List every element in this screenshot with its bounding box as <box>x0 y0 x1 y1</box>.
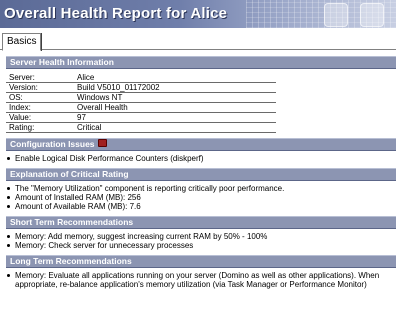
bullet-icon <box>7 205 10 208</box>
server-info-table: Server: Alice Version: Build V5010_0117200… <box>6 73 276 133</box>
list-item-text: Memory: Check server for unnecessary pro… <box>15 241 194 250</box>
list-item: Amount of Available RAM (MB): 7.6 <box>6 202 396 211</box>
row-key: Index: <box>6 102 73 113</box>
table-row: Index: Overall Health <box>6 102 276 113</box>
list-item-text: Memory: Evaluate all applications runnin… <box>15 271 380 289</box>
row-value: Critical <box>73 122 276 133</box>
section-header-config-issues: Configuration Issues <box>6 138 396 151</box>
bullet-icon <box>7 235 10 238</box>
list-item-text: Enable Logical Disk Performance Counters… <box>15 154 204 163</box>
bullet-icon <box>7 274 10 277</box>
list-item-text: Amount of Available RAM (MB): 7.6 <box>15 202 141 211</box>
section-header-short-term: Short Term Recommendations <box>6 216 396 229</box>
row-key: OS: <box>6 92 73 103</box>
row-key: Server: <box>6 73 73 83</box>
list-item: Amount of Installed RAM (MB): 256 <box>6 193 396 202</box>
banner-decoration <box>360 3 384 27</box>
banner-decoration <box>324 3 348 27</box>
critical-rating-list: The "Memory Utilization" component is re… <box>6 184 396 211</box>
row-value: Windows NT <box>73 92 276 103</box>
row-value: Build V5010_01172002 <box>73 82 276 93</box>
section-header-critical-rating: Explanation of Critical Rating <box>6 168 396 181</box>
row-key: Value: <box>6 112 73 123</box>
list-item-text: The "Memory Utilization" component is re… <box>15 184 285 193</box>
bullet-icon <box>7 196 10 199</box>
table-row: Rating: Critical <box>6 122 276 133</box>
list-item: Memory: Evaluate all applications runnin… <box>6 271 396 289</box>
report-content: Server Health Information Server: Alice V… <box>6 56 396 317</box>
table-row: Server: Alice <box>6 73 276 83</box>
table-row: Value: 97 <box>6 112 276 123</box>
bullet-icon <box>7 157 10 160</box>
tab-strip-line <box>0 49 396 50</box>
row-value: 97 <box>73 112 276 123</box>
list-item-text: Amount of Installed RAM (MB): 256 <box>15 193 141 202</box>
table-row: OS: Windows NT <box>6 92 276 103</box>
bullet-icon <box>7 244 10 247</box>
row-key: Rating: <box>6 122 73 133</box>
list-item: Enable Logical Disk Performance Counters… <box>6 154 396 163</box>
section-header-server-health: Server Health Information <box>6 56 396 69</box>
tab-strip: Basics <box>0 28 396 51</box>
page-title: Overall Health Report for Alice <box>4 5 228 22</box>
list-item-text: Memory: Add memory, suggest increasing c… <box>15 232 268 241</box>
list-item: Memory: Check server for unnecessary pro… <box>6 241 396 250</box>
config-issues-list: Enable Logical Disk Performance Counters… <box>6 154 396 163</box>
long-term-list: Memory: Evaluate all applications runnin… <box>6 271 396 289</box>
row-value: Overall Health <box>73 102 276 113</box>
row-value: Alice <box>73 73 276 83</box>
tab-basics[interactable]: Basics <box>2 33 42 51</box>
issue-icon <box>97 139 107 147</box>
list-item: The "Memory Utilization" component is re… <box>6 184 396 193</box>
row-key: Version: <box>6 82 73 93</box>
section-title: Configuration Issues <box>10 139 95 149</box>
short-term-list: Memory: Add memory, suggest increasing c… <box>6 232 396 250</box>
bullet-icon <box>7 187 10 190</box>
section-header-long-term: Long Term Recommendations <box>6 255 396 268</box>
table-row: Version: Build V5010_01172002 <box>6 82 276 93</box>
title-banner: Overall Health Report for Alice <box>0 0 396 29</box>
list-item: Memory: Add memory, suggest increasing c… <box>6 232 396 241</box>
